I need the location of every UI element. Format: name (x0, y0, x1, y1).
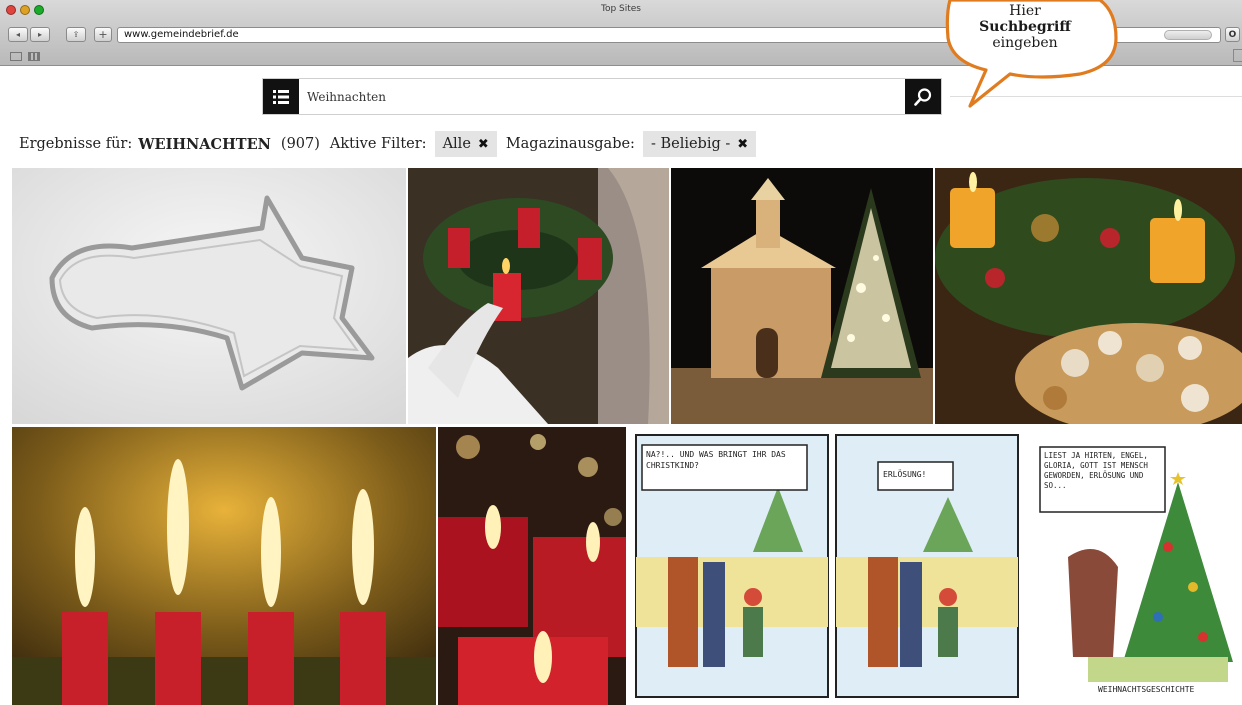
sidebar-toggle-icon[interactable] (1233, 49, 1242, 62)
close-icon[interactable]: ✖ (737, 137, 748, 152)
image-four-red-candles[interactable] (12, 427, 436, 705)
results-count: (907) (280, 136, 320, 152)
advent-wreath-child-image (408, 168, 669, 424)
image-cartoon-christmas-tree[interactable]: LIEST JA HIRTEN, ENGEL, GLORIA, GOTT IST… (1028, 427, 1242, 705)
share-button[interactable]: ⇪ (66, 27, 86, 42)
search-menu-button[interactable] (263, 79, 299, 114)
image-star-cookie-cutter[interactable] (12, 168, 406, 424)
four-red-candles-image (12, 427, 436, 705)
results-prefix: Ergebnisse für: (19, 136, 133, 152)
chapel-night-tree-image (671, 168, 933, 424)
share-icon: ⇪ (72, 30, 80, 39)
reader-button[interactable]: O (1225, 27, 1240, 42)
advent-wreath-cookies-image (935, 168, 1242, 424)
image-advent-wreath-cookies[interactable] (935, 168, 1242, 424)
callout-line-1: Hier (1009, 3, 1041, 19)
callout-line-2: Suchbegriff (979, 19, 1071, 35)
active-filters-label: Aktive Filter: (329, 136, 427, 152)
magazine-label: Magazinausgabe: (505, 136, 635, 152)
back-button[interactable]: ◂ (8, 27, 28, 42)
filter-chip-label: Alle (442, 136, 471, 152)
filter-chip-label: - Beliebig - (650, 136, 731, 152)
list-menu-icon (273, 89, 289, 104)
star-cookie-cutter-image (12, 168, 406, 424)
callout-line-3: eingeben (992, 35, 1058, 51)
new-tab-button[interactable]: + (94, 27, 112, 42)
filter-chip-alle[interactable]: Alle ✖ (434, 131, 497, 157)
callout-text: Hier Suchbegriff eingeben (940, 3, 1110, 51)
reload-button[interactable] (1164, 30, 1212, 40)
chevron-left-icon: ◂ (15, 30, 20, 39)
image-advent-wreath-child[interactable] (408, 168, 669, 424)
forward-button[interactable]: ▸ (30, 27, 50, 42)
cartoon-caption-4: WEIHNACHTSGESCHICHTE (1098, 685, 1195, 694)
plus-icon: + (98, 28, 108, 41)
image-chapel-night-tree[interactable] (671, 168, 933, 424)
url-text[interactable]: www.gemeindebrief.de (124, 29, 239, 40)
top-sites-icon[interactable] (28, 52, 40, 61)
chevron-right-icon: ▸ (37, 30, 42, 39)
cartoon-caption-3: LIEST JA HIRTEN, ENGEL, GLORIA, GOTT IST… (1044, 451, 1148, 490)
search-bar (262, 78, 942, 115)
bookmarks-icon[interactable] (10, 52, 22, 61)
image-cartoon-christmas-street[interactable]: NA?!.. UND WAS BRINGT IHR DAS CHRISTKIND… (628, 427, 1026, 705)
cartoon-caption-2: ERLÖSUNG! (883, 470, 927, 479)
results-term: WEIHNACHTEN (138, 135, 271, 153)
cartoon-caption-1: NA?!.. UND WAS BRINGT IHR DAS CHRISTKIND… (646, 450, 786, 470)
image-red-candles-bokeh[interactable] (438, 427, 626, 705)
filter-chip-magazine[interactable]: - Beliebig - ✖ (642, 131, 757, 157)
red-candles-bokeh-image (438, 427, 626, 705)
results-summary: Ergebnisse für: WEIHNACHTEN (907) Aktive… (19, 130, 757, 158)
search-input[interactable] (307, 86, 887, 108)
close-icon[interactable]: ✖ (478, 137, 489, 152)
